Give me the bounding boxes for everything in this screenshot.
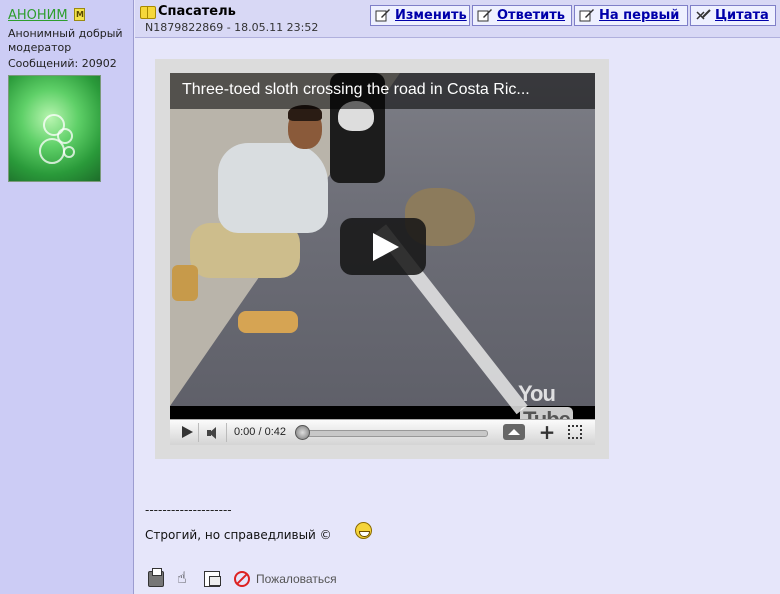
avatar xyxy=(8,75,101,182)
report-icon[interactable] xyxy=(234,571,250,587)
post-title: Спасатель xyxy=(158,4,236,19)
signature-separator: -------------------- xyxy=(145,503,232,517)
to-first-button[interactable]: На первый xyxy=(574,5,688,26)
quote-pencil-icon xyxy=(696,9,711,20)
post-header: Спасатель N1879822869 - 18.05.11 23:52 И… xyxy=(135,0,780,38)
youtube-logo-you: You xyxy=(518,381,556,406)
pencil-icon xyxy=(375,9,390,22)
hand-icon[interactable] xyxy=(177,568,193,587)
person-boot xyxy=(172,265,198,301)
avatar-bubble xyxy=(63,146,75,158)
report-link[interactable]: Пожаловаться xyxy=(256,572,337,586)
play-icon[interactable] xyxy=(174,423,199,442)
youtube-logo[interactable]: YouTube xyxy=(518,381,595,419)
volume-icon[interactable] xyxy=(202,423,227,442)
post-meta: N1879822869 - 18.05.11 23:52 xyxy=(145,21,319,34)
reply-button[interactable]: Ответить xyxy=(472,5,572,26)
video-time: 0:00 / 0:42 xyxy=(234,426,286,438)
grin-smiley-icon xyxy=(355,522,372,539)
video-title-bar: Three-toed sloth crossing the road in Co… xyxy=(170,73,595,109)
moderator-badge-icon: M xyxy=(74,8,86,21)
youtube-logo-tube: Tube xyxy=(520,407,573,419)
reply-button-label: Ответить xyxy=(497,8,566,23)
fullscreen-icon[interactable] xyxy=(568,425,582,439)
message-icon[interactable] xyxy=(204,571,221,587)
avatar-bubble xyxy=(39,138,65,164)
quote-button-label: Цитата xyxy=(715,8,769,23)
menu-up-icon[interactable] xyxy=(503,424,525,440)
person-boot xyxy=(238,311,298,333)
author-block: АНОНИМ M xyxy=(8,8,86,23)
print-icon[interactable] xyxy=(148,568,164,587)
author-name-link[interactable]: АНОНИМ xyxy=(8,8,68,23)
video-player[interactable]: Three-toed sloth crossing the road in Co… xyxy=(170,73,595,419)
author-post-count: Сообщений: 20902 xyxy=(8,57,117,70)
plus-icon[interactable]: + xyxy=(536,421,558,443)
author-sidebar: АНОНИМ M Анонимный добрый модератор Сооб… xyxy=(0,0,134,594)
book-icon xyxy=(140,6,156,19)
edit-button-label: Изменить xyxy=(395,8,467,23)
person-shirt xyxy=(218,143,328,233)
quote-button[interactable]: Цитата xyxy=(690,5,776,26)
video-title[interactable]: Three-toed sloth crossing the road in Co… xyxy=(182,81,587,99)
to-first-button-label: На первый xyxy=(599,8,680,23)
pencil-icon xyxy=(579,9,594,22)
progress-handle[interactable] xyxy=(295,425,310,440)
signature-text: Строгий, но справедливый © xyxy=(145,528,332,542)
big-play-icon[interactable] xyxy=(340,218,426,275)
video-controls: 0:00 / 0:42 + xyxy=(170,419,595,445)
author-title: Анонимный добрый модератор xyxy=(8,27,123,54)
edit-button[interactable]: Изменить xyxy=(370,5,470,26)
progress-track[interactable] xyxy=(298,430,488,437)
pencil-icon xyxy=(477,9,492,22)
